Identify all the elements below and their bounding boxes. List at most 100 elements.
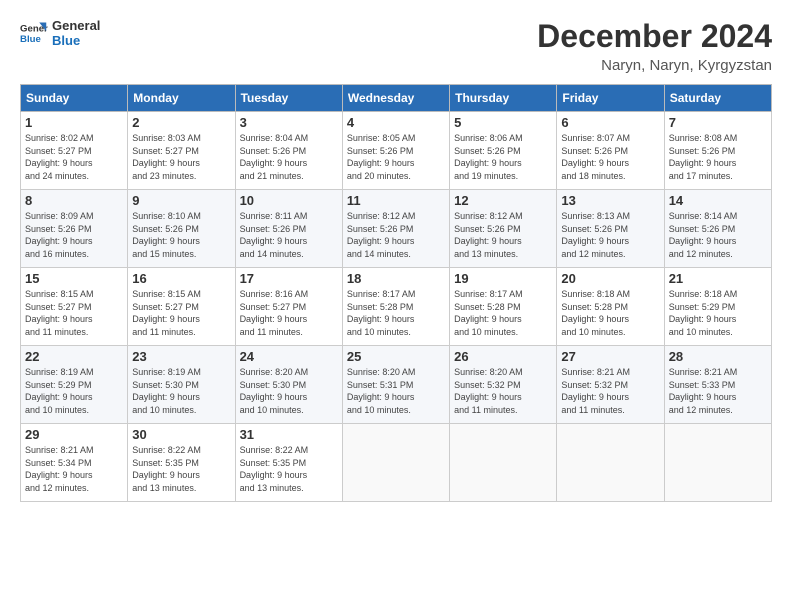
calendar-cell: 5 Sunrise: 8:06 AM Sunset: 5:26 PM Daylig… [450,112,557,190]
weekday-header: Sunday [21,85,128,112]
calendar-cell: 21Sunrise: 8:18 AM Sunset: 5:29 PM Dayli… [664,268,771,346]
day-number: 27 [561,349,659,364]
calendar-cell: 6 Sunrise: 8:07 AM Sunset: 5:26 PM Daylig… [557,112,664,190]
calendar-cell: 3 Sunrise: 8:04 AM Sunset: 5:26 PM Daylig… [235,112,342,190]
day-number: 10 [240,193,338,208]
calendar-cell [450,424,557,502]
day-number: 25 [347,349,445,364]
header: General Blue General Blue December 2024 … [20,18,772,74]
calendar-cell: 20Sunrise: 8:18 AM Sunset: 5:28 PM Dayli… [557,268,664,346]
day-number: 9 [132,193,230,208]
cell-info: Sunrise: 8:04 AM Sunset: 5:26 PM Dayligh… [240,132,338,182]
day-number: 20 [561,271,659,286]
calendar-week-row: 15 Sunrise: 8:15 AM Sunset: 5:27 PM Dayli… [21,268,772,346]
calendar-week-row: 22Sunrise: 8:19 AM Sunset: 5:29 PM Dayli… [21,346,772,424]
title-block: December 2024 Naryn, Naryn, Kyrgyzstan [537,18,772,74]
cell-info: Sunrise: 8:21 AM Sunset: 5:33 PM Dayligh… [669,366,767,416]
calendar-cell: 28Sunrise: 8:21 AM Sunset: 5:33 PM Dayli… [664,346,771,424]
logo-line1: General [52,18,100,33]
cell-info: Sunrise: 8:22 AM Sunset: 5:35 PM Dayligh… [240,444,338,494]
calendar-cell: 15 Sunrise: 8:15 AM Sunset: 5:27 PM Dayli… [21,268,128,346]
day-number: 22 [25,349,123,364]
weekday-header: Wednesday [342,85,449,112]
calendar-week-row: 8Sunrise: 8:09 AM Sunset: 5:26 PM Daylig… [21,190,772,268]
cell-info: Sunrise: 8:16 AM Sunset: 5:27 PM Dayligh… [240,288,338,338]
calendar-week-row: 1 Sunrise: 8:02 AM Sunset: 5:27 PM Daylig… [21,112,772,190]
calendar-cell: 31 Sunrise: 8:22 AM Sunset: 5:35 PM Dayli… [235,424,342,502]
cell-info: Sunrise: 8:14 AM Sunset: 5:26 PM Dayligh… [669,210,767,260]
day-number: 31 [240,427,338,442]
day-number: 15 [25,271,123,286]
calendar-cell: 29Sunrise: 8:21 AM Sunset: 5:34 PM Dayli… [21,424,128,502]
calendar-cell: 23 Sunrise: 8:19 AM Sunset: 5:30 PM Dayli… [128,346,235,424]
day-number: 19 [454,271,552,286]
day-number: 30 [132,427,230,442]
cell-info: Sunrise: 8:06 AM Sunset: 5:26 PM Dayligh… [454,132,552,182]
calendar-cell: 10 Sunrise: 8:11 AM Sunset: 5:26 PM Dayli… [235,190,342,268]
calendar-cell [557,424,664,502]
day-number: 1 [25,115,123,130]
svg-text:Blue: Blue [20,34,41,45]
cell-info: Sunrise: 8:05 AM Sunset: 5:26 PM Dayligh… [347,132,445,182]
calendar-cell: 8Sunrise: 8:09 AM Sunset: 5:26 PM Daylig… [21,190,128,268]
cell-info: Sunrise: 8:19 AM Sunset: 5:30 PM Dayligh… [132,366,230,416]
cell-info: Sunrise: 8:20 AM Sunset: 5:30 PM Dayligh… [240,366,338,416]
calendar-cell: 16 Sunrise: 8:15 AM Sunset: 5:27 PM Dayli… [128,268,235,346]
cell-info: Sunrise: 8:07 AM Sunset: 5:26 PM Dayligh… [561,132,659,182]
day-number: 4 [347,115,445,130]
day-number: 29 [25,427,123,442]
day-number: 5 [454,115,552,130]
calendar-cell: 7Sunrise: 8:08 AM Sunset: 5:26 PM Daylig… [664,112,771,190]
calendar-cell: 9Sunrise: 8:10 AM Sunset: 5:26 PM Daylig… [128,190,235,268]
day-number: 13 [561,193,659,208]
weekday-header: Saturday [664,85,771,112]
logo-icon: General Blue [20,19,48,47]
calendar-cell: 2 Sunrise: 8:03 AM Sunset: 5:27 PM Daylig… [128,112,235,190]
calendar-cell: 22Sunrise: 8:19 AM Sunset: 5:29 PM Dayli… [21,346,128,424]
cell-info: Sunrise: 8:15 AM Sunset: 5:27 PM Dayligh… [132,288,230,338]
day-number: 16 [132,271,230,286]
page-container: General Blue General Blue December 2024 … [0,0,792,514]
calendar-header-row: SundayMondayTuesdayWednesdayThursdayFrid… [21,85,772,112]
weekday-header: Monday [128,85,235,112]
day-number: 3 [240,115,338,130]
day-number: 17 [240,271,338,286]
day-number: 23 [132,349,230,364]
cell-info: Sunrise: 8:20 AM Sunset: 5:32 PM Dayligh… [454,366,552,416]
day-number: 12 [454,193,552,208]
calendar-cell [664,424,771,502]
calendar-cell: 13 Sunrise: 8:13 AM Sunset: 5:26 PM Dayli… [557,190,664,268]
month-title: December 2024 [537,18,772,55]
cell-info: Sunrise: 8:03 AM Sunset: 5:27 PM Dayligh… [132,132,230,182]
calendar-cell: 12 Sunrise: 8:12 AM Sunset: 5:26 PM Dayli… [450,190,557,268]
cell-info: Sunrise: 8:17 AM Sunset: 5:28 PM Dayligh… [347,288,445,338]
calendar-cell: 25Sunrise: 8:20 AM Sunset: 5:31 PM Dayli… [342,346,449,424]
cell-info: Sunrise: 8:13 AM Sunset: 5:26 PM Dayligh… [561,210,659,260]
cell-info: Sunrise: 8:11 AM Sunset: 5:26 PM Dayligh… [240,210,338,260]
calendar-table: SundayMondayTuesdayWednesdayThursdayFrid… [20,84,772,502]
day-number: 11 [347,193,445,208]
logo-line2: Blue [52,33,100,48]
day-number: 18 [347,271,445,286]
calendar-cell: 26 Sunrise: 8:20 AM Sunset: 5:32 PM Dayli… [450,346,557,424]
calendar-week-row: 29Sunrise: 8:21 AM Sunset: 5:34 PM Dayli… [21,424,772,502]
calendar-cell: 18 Sunrise: 8:17 AM Sunset: 5:28 PM Dayli… [342,268,449,346]
day-number: 14 [669,193,767,208]
weekday-header: Thursday [450,85,557,112]
weekday-header: Friday [557,85,664,112]
day-number: 6 [561,115,659,130]
day-number: 2 [132,115,230,130]
day-number: 26 [454,349,552,364]
calendar-cell: 1 Sunrise: 8:02 AM Sunset: 5:27 PM Daylig… [21,112,128,190]
cell-info: Sunrise: 8:12 AM Sunset: 5:26 PM Dayligh… [347,210,445,260]
logo: General Blue General Blue [20,18,100,48]
cell-info: Sunrise: 8:17 AM Sunset: 5:28 PM Dayligh… [454,288,552,338]
weekday-header: Tuesday [235,85,342,112]
location-title: Naryn, Naryn, Kyrgyzstan [537,57,772,74]
calendar-cell: 17 Sunrise: 8:16 AM Sunset: 5:27 PM Dayli… [235,268,342,346]
cell-info: Sunrise: 8:21 AM Sunset: 5:32 PM Dayligh… [561,366,659,416]
cell-info: Sunrise: 8:12 AM Sunset: 5:26 PM Dayligh… [454,210,552,260]
calendar-body: 1 Sunrise: 8:02 AM Sunset: 5:27 PM Daylig… [21,112,772,502]
cell-info: Sunrise: 8:02 AM Sunset: 5:27 PM Dayligh… [25,132,123,182]
cell-info: Sunrise: 8:15 AM Sunset: 5:27 PM Dayligh… [25,288,123,338]
